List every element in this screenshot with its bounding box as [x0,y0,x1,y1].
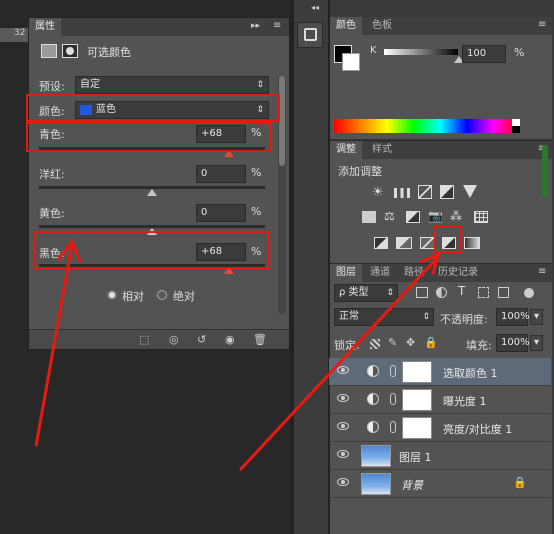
annotation-arrows [34,239,441,472]
arrow-left [34,239,82,447]
arrow-right [238,252,441,472]
